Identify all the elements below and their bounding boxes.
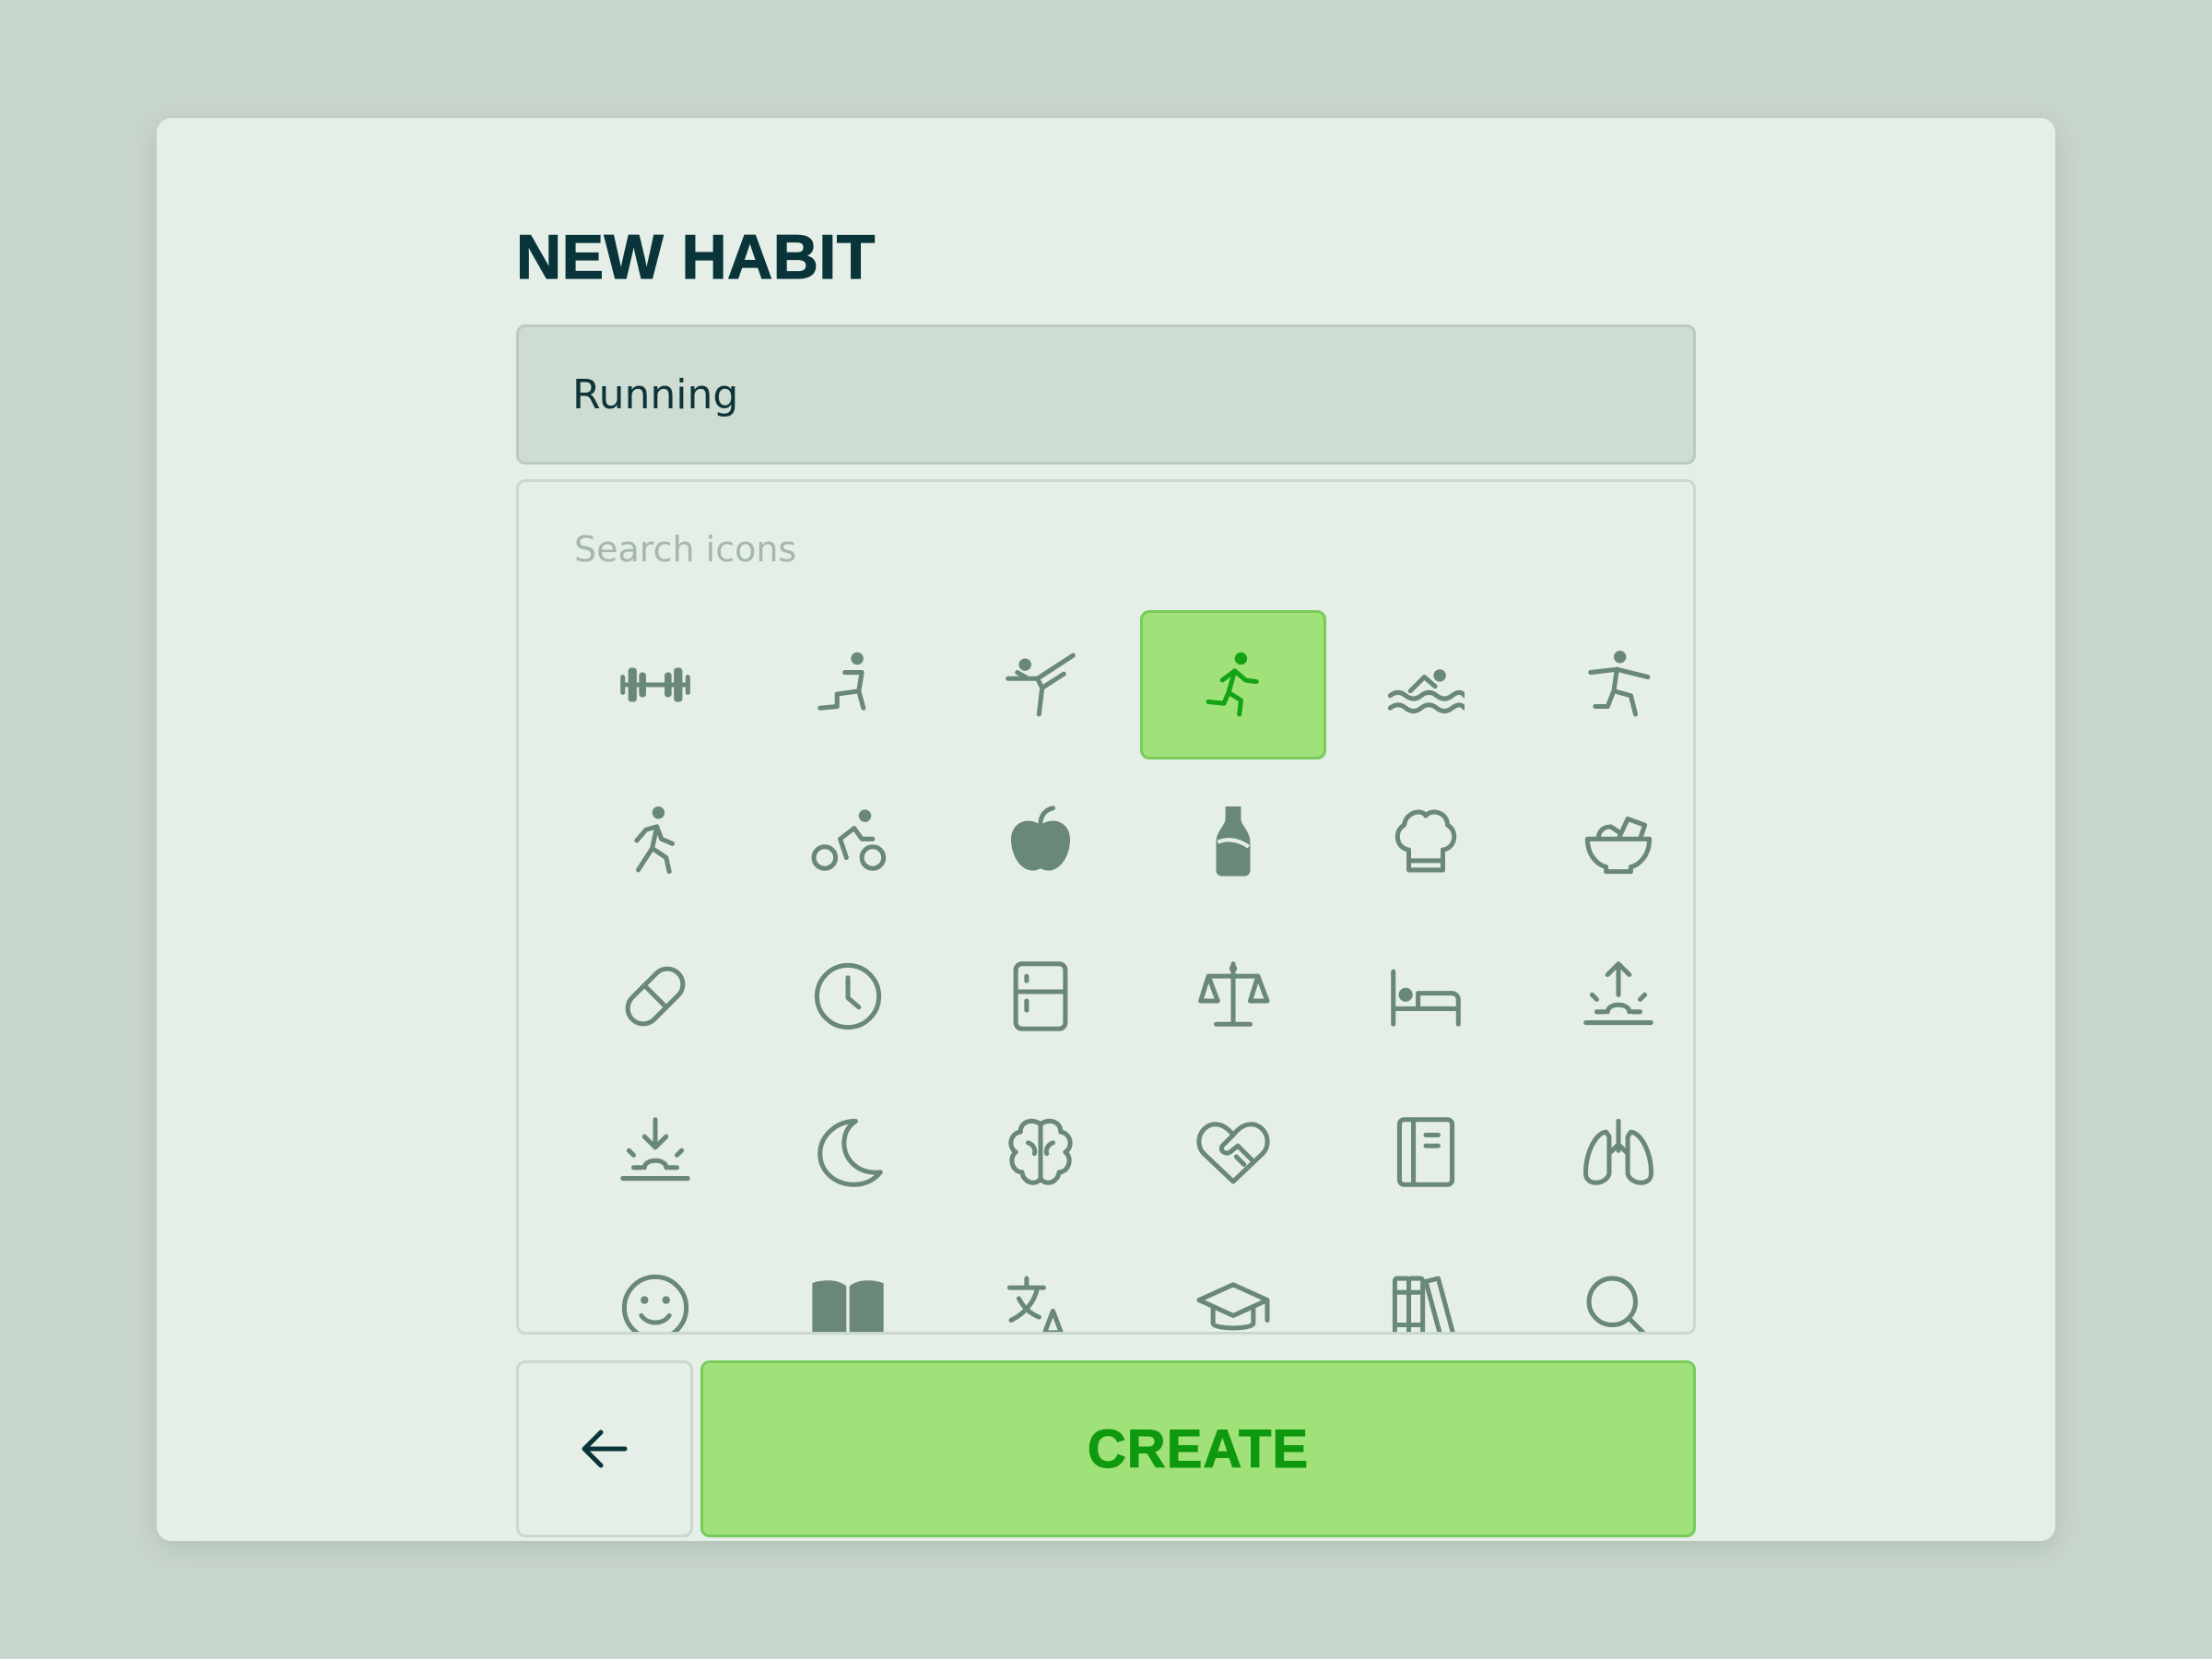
icon-option-clock[interactable] [755,922,941,1071]
heart-handshake-icon [1196,1122,1270,1184]
jogging-icon [1588,651,1651,717]
stretching-icon [818,652,866,711]
book-icon [812,1280,884,1332]
sunset-icon [620,1117,690,1182]
icon-option-books[interactable] [1333,1233,1519,1332]
apple-icon [1010,806,1071,871]
icon-option-book[interactable] [755,1233,941,1332]
icon-option-search[interactable] [1525,1233,1693,1332]
icon-option-running[interactable] [1140,610,1326,759]
icon-option-scale[interactable] [1140,922,1326,1071]
icon-option-lungs[interactable] [1525,1077,1693,1227]
running-icon [1206,652,1259,717]
icon-option-salad-bowl[interactable] [1525,766,1693,915]
bottle-icon [1216,806,1251,877]
clock-icon [814,962,882,1030]
icon-grid [519,482,1693,1332]
icon-option-heart-handshake[interactable] [1140,1077,1326,1227]
icon-option-martial-arts[interactable] [947,610,1134,759]
icon-option-apple[interactable] [947,766,1134,915]
icon-option-stretching[interactable] [755,610,941,759]
create-button[interactable]: CREATE [700,1360,1696,1537]
icon-option-notebook[interactable] [1333,1077,1519,1227]
translate-icon [1006,1276,1064,1332]
graduation-cap-icon [1196,1282,1270,1331]
notebook-icon [1396,1117,1455,1187]
icon-option-sunset[interactable] [562,1077,748,1227]
icon-option-bed[interactable] [1333,922,1519,1071]
icon-option-brain[interactable] [947,1077,1134,1227]
icon-option-walking[interactable] [562,766,748,915]
walking-icon [634,806,675,875]
salad-bowl-icon [1584,816,1653,875]
pill-icon [625,966,686,1027]
cycling-icon [811,809,887,871]
brain-icon [1008,1118,1073,1185]
icon-option-moon[interactable] [755,1077,941,1227]
icon-option-chef-hat[interactable] [1333,766,1519,915]
icon-option-sunrise[interactable] [1525,922,1693,1071]
icon-option-fridge[interactable] [947,922,1134,1071]
icon-option-bottle[interactable] [1140,766,1326,915]
back-button[interactable] [516,1360,693,1537]
lungs-icon [1583,1118,1653,1185]
icon-option-graduation-cap[interactable] [1140,1233,1326,1332]
smile-icon [621,1274,689,1332]
new-habit-card: NEW HABIT CREATE [157,118,2055,1541]
page-title: NEW HABIT [515,221,876,292]
icon-option-swimming[interactable] [1333,610,1519,759]
bed-icon [1391,969,1461,1027]
icon-option-cycling[interactable] [755,766,941,915]
dumbbell-icon [620,667,690,702]
icon-picker [516,479,1696,1335]
habit-name-input[interactable] [516,324,1696,465]
arrow-left-icon [582,1430,628,1468]
icon-option-translate[interactable] [947,1233,1134,1332]
martial-arts-icon [1006,653,1076,717]
books-icon [1392,1276,1455,1332]
icon-option-smile[interactable] [562,1233,748,1332]
icon-option-jogging[interactable] [1525,610,1693,759]
chef-hat-icon [1394,809,1457,873]
search-icon [1586,1276,1646,1332]
moon-icon [818,1118,883,1187]
icon-option-pill[interactable] [562,922,748,1071]
icon-option-dumbbell[interactable] [562,610,748,759]
fridge-icon [1013,961,1068,1031]
swimming-icon [1387,669,1465,714]
scale-icon [1198,961,1270,1027]
sunrise-icon [1583,961,1653,1026]
